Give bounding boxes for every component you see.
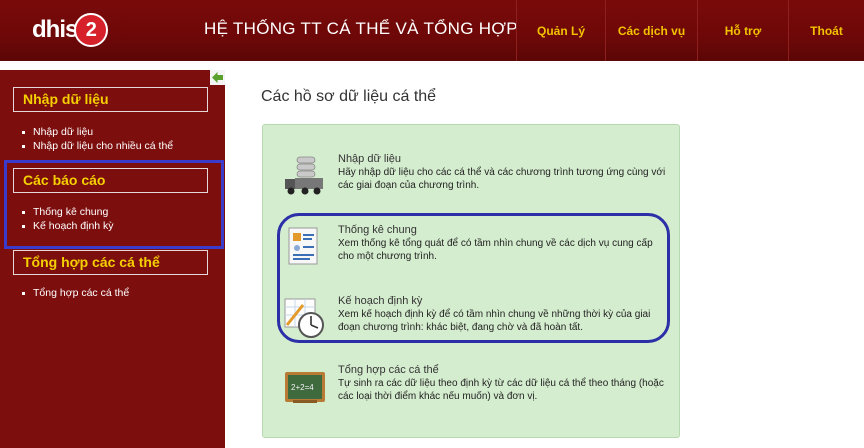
logo-badge: 2 bbox=[74, 13, 109, 47]
sidebar: Nhập dữ liệu Nhập dữ liệu Nhập dữ liệu c… bbox=[0, 70, 225, 448]
nav-cac-dich-vu[interactable]: Các dịch vụ bbox=[605, 0, 697, 61]
entry-description: Tự sinh ra các dữ liệu theo định kỳ từ c… bbox=[338, 378, 664, 402]
annotation-oval bbox=[277, 213, 670, 343]
dhis2-logo[interactable]: dhis 2 bbox=[32, 12, 109, 48]
nav-thoat[interactable]: Thoát bbox=[788, 0, 864, 61]
truck-database-icon bbox=[285, 156, 323, 195]
nav-quan-ly[interactable]: Quản Lý bbox=[516, 0, 605, 61]
menu-nhap-du-lieu: Nhập dữ liệu Nhập dữ liệu cho nhiều cá t… bbox=[20, 125, 173, 153]
logo-text: dhis bbox=[32, 16, 78, 43]
sidebar-item-nhap-du-lieu-nhieu[interactable]: Nhập dữ liệu cho nhiều cá thể bbox=[20, 139, 173, 153]
sidebar-item-nhap-du-lieu[interactable]: Nhập dữ liệu bbox=[20, 125, 173, 139]
entry-description: Hãy nhập dữ liệu cho các cá thể và các c… bbox=[338, 167, 666, 191]
nav-ho-tro[interactable]: Hỗ trợ bbox=[697, 0, 788, 61]
svg-text:2+2=4: 2+2=4 bbox=[291, 383, 314, 392]
app-title: HỆ THỐNG TT CÁ THỂ VÀ TỔNG HỢP bbox=[204, 19, 518, 38]
sidebar-item-tong-hop[interactable]: Tổng hợp các cá thể bbox=[20, 286, 129, 300]
entry-title[interactable]: Tổng hợp các cá thể bbox=[338, 364, 439, 376]
section-tong-hop[interactable]: Tổng hợp các cá thể bbox=[13, 250, 208, 275]
section-nhap-du-lieu[interactable]: Nhập dữ liệu bbox=[13, 87, 208, 112]
annotation-rectangle bbox=[4, 160, 224, 249]
header-bar: dhis 2 HỆ THỐNG TT CÁ THỂ VÀ TỔNG HỢP Qu… bbox=[0, 0, 864, 61]
page-title: Các hồ sơ dữ liệu cá thể bbox=[261, 88, 437, 105]
chalkboard-icon: 2+2=4 bbox=[285, 372, 325, 403]
collapse-arrow-icon[interactable] bbox=[210, 70, 225, 85]
top-nav: Quản Lý Các dịch vụ Hỗ trợ Thoát bbox=[516, 0, 864, 61]
menu-tong-hop: Tổng hợp các cá thể bbox=[20, 286, 129, 300]
entry-title[interactable]: Nhập dữ liệu bbox=[338, 153, 401, 165]
